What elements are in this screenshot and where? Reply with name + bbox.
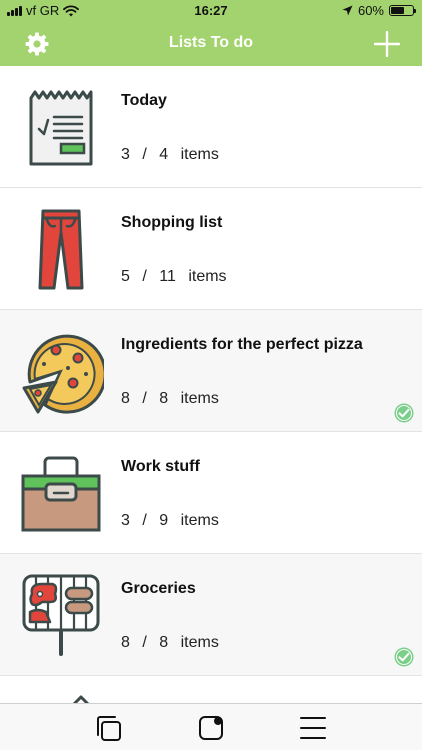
grill-icon <box>22 574 100 656</box>
total-count: 8 <box>159 634 169 651</box>
total-count: 8 <box>159 390 169 407</box>
total-count: 4 <box>159 146 169 163</box>
menu-tab-icon[interactable] <box>298 713 328 743</box>
done-count: 8 <box>121 634 130 651</box>
plus-icon[interactable] <box>374 31 400 57</box>
count-separator: / <box>142 390 147 407</box>
toolbox-icon <box>21 456 101 532</box>
receipt-icon <box>29 90 93 166</box>
count-separator: / <box>142 268 147 285</box>
check-icon <box>394 403 414 423</box>
list-title: Shopping list <box>121 214 223 231</box>
list-title: Today <box>121 92 167 109</box>
notes-tab-icon[interactable] <box>196 713 226 743</box>
status-bar: vf GR 16:27 60% <box>0 0 422 22</box>
list-item[interactable]: Ingredients for the perfect pizza 8 / 8 … <box>0 310 422 432</box>
items-label: items <box>188 268 227 285</box>
battery-icon <box>389 5 416 16</box>
location-arrow-icon <box>342 5 353 16</box>
item-count: 8 / 8 items <box>121 390 219 408</box>
done-count: 3 <box>121 146 130 163</box>
done-count: 5 <box>121 268 130 285</box>
page-title: Lists To do <box>168 34 254 51</box>
pizza-icon <box>22 334 104 414</box>
list-item-partial[interactable] <box>0 676 422 707</box>
pants-icon <box>38 209 84 290</box>
item-count: 3 / 9 items <box>121 512 219 530</box>
status-right: 60% <box>342 3 416 18</box>
nav-bar: Lists To do <box>0 22 422 66</box>
items-label: items <box>180 146 219 163</box>
battery-percent: 60% <box>357 3 384 18</box>
count-separator: / <box>142 146 147 163</box>
list-title: Work stuff <box>121 458 200 475</box>
done-count: 3 <box>121 512 130 529</box>
list-item[interactable]: Work stuff 3 / 9 items <box>0 432 422 554</box>
items-label: items <box>180 634 219 651</box>
count-separator: / <box>142 512 147 529</box>
items-label: items <box>180 390 219 407</box>
tab-bar <box>0 703 422 750</box>
list-item[interactable]: Today 3 / 4 items <box>0 66 422 188</box>
item-count: 5 / 11 items <box>121 268 227 286</box>
items-label: items <box>180 512 219 529</box>
done-count: 8 <box>121 390 130 407</box>
battery-level <box>391 7 404 14</box>
list-title: Ingredients for the perfect pizza <box>121 336 363 353</box>
list-title: Groceries <box>121 580 196 597</box>
count-separator: / <box>142 634 147 651</box>
item-count: 3 / 4 items <box>121 146 219 164</box>
list-item[interactable]: Groceries 8 / 8 items <box>0 554 422 676</box>
lists-tab-icon[interactable] <box>94 713 124 743</box>
total-count: 11 <box>159 268 176 285</box>
list-item[interactable]: Shopping list 5 / 11 items <box>0 188 422 310</box>
item-count: 8 / 8 items <box>121 634 219 652</box>
todo-lists: Today 3 / 4 items Shopping list 5 / 11 i… <box>0 66 422 676</box>
check-icon <box>394 647 414 667</box>
total-count: 9 <box>159 512 169 529</box>
